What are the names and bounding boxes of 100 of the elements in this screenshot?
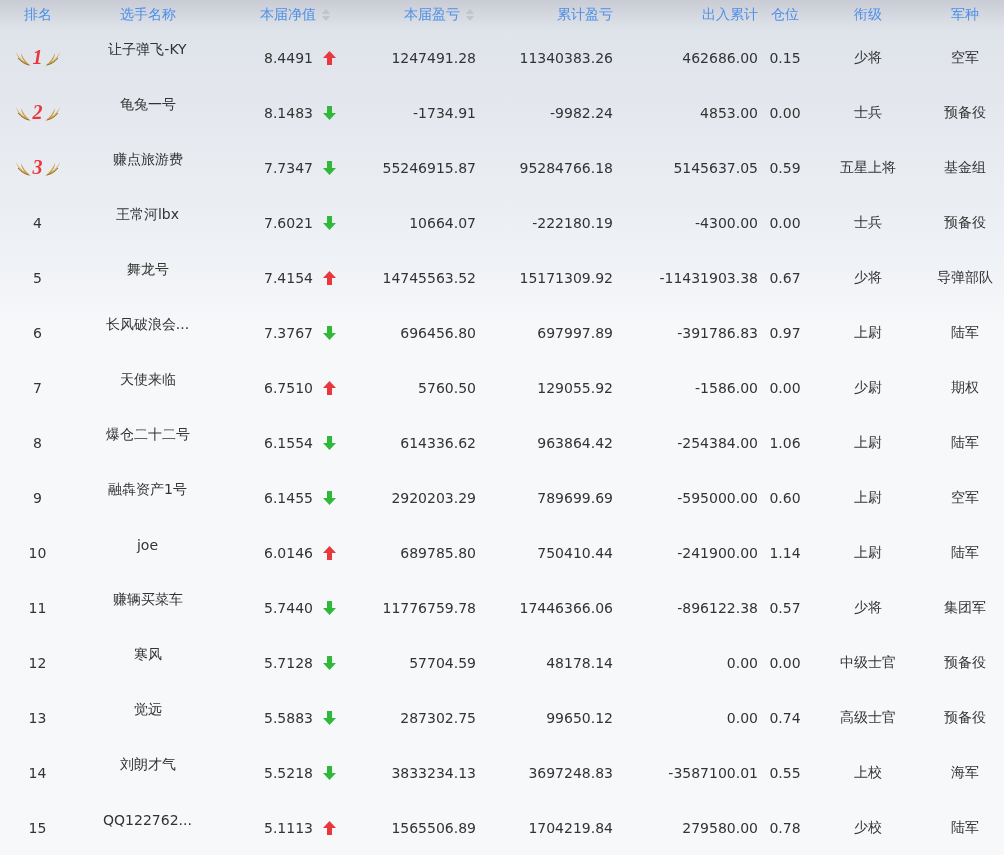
player-name: 觉远: [133, 700, 162, 719]
column-header: 出入累计: [702, 6, 758, 24]
sort-icon[interactable]: [466, 9, 474, 21]
branch-name: 空军: [950, 48, 979, 67]
branch-name: 导弹部队: [936, 268, 993, 287]
player-name: 爆仓二十二号: [105, 425, 190, 444]
rank-title: 少将: [853, 268, 882, 287]
column-header: 衔级: [853, 6, 882, 24]
rank-number: 14: [28, 764, 47, 781]
branch-name: 预备役: [943, 653, 986, 672]
branch-name: 预备役: [943, 708, 986, 727]
branch-name: 陆军: [950, 818, 979, 837]
net-value: 8.4491: [264, 49, 313, 66]
rank-title: 少将: [853, 598, 882, 617]
flow-total: -391786.83: [677, 324, 758, 341]
profit-value: 1565506.89: [391, 819, 476, 836]
column-header: 军种: [950, 6, 979, 24]
cumulative-profit: -222180.19: [532, 214, 613, 231]
net-value: 5.5883: [264, 709, 313, 726]
branch-name: 海军: [950, 763, 979, 782]
net-value: 7.4154: [264, 269, 313, 286]
position-value: 0.74: [769, 709, 801, 726]
profit-value: 14745563.52: [382, 269, 476, 286]
rank-number: 8: [33, 434, 42, 451]
net-value: 6.1554: [264, 434, 313, 451]
player-name: 融犇资产1号: [108, 480, 187, 499]
column-header[interactable]: 本届盈亏: [404, 6, 460, 24]
flow-total: -11431903.38: [659, 269, 758, 286]
rank-number: 9: [33, 489, 42, 506]
branch-name: 预备役: [943, 213, 986, 232]
column-header: 仓位: [771, 6, 799, 24]
branch-name: 预备役: [943, 103, 986, 122]
net-value: 5.7440: [264, 599, 313, 616]
position-value: 0.78: [769, 819, 801, 836]
cumulative-profit: 48178.14: [546, 654, 613, 671]
position-value: 0.60: [769, 489, 801, 506]
rank-number: 6: [33, 324, 42, 341]
position-value: 1.06: [769, 434, 801, 451]
position-value: 0.57: [769, 599, 801, 616]
branch-name: 期权: [950, 378, 979, 397]
position-value: 0.00: [769, 654, 801, 671]
rank-medal: 2: [14, 101, 61, 124]
cumulative-profit: 15171309.92: [519, 269, 613, 286]
flow-total: 0.00: [726, 654, 758, 671]
net-value: 5.1113: [264, 819, 313, 836]
flow-total: -254384.00: [677, 434, 758, 451]
cumulative-profit: 17446366.06: [519, 599, 613, 616]
rank-title: 士兵: [853, 213, 882, 232]
rank-title: 少尉: [853, 378, 882, 397]
sort-icon[interactable]: [322, 9, 330, 21]
rank-title: 少校: [853, 818, 882, 837]
cumulative-profit: 99650.12: [546, 709, 613, 726]
flow-total: 279580.00: [682, 819, 758, 836]
branch-name: 基金组: [943, 158, 986, 177]
net-value: 7.3767: [264, 324, 313, 341]
profit-value: 11776759.78: [382, 599, 476, 616]
player-name: 舞龙号: [126, 260, 169, 279]
rank-number: 4: [33, 214, 42, 231]
profit-value: 10664.07: [409, 214, 476, 231]
rank-title: 士兵: [853, 103, 882, 122]
net-value: 7.6021: [264, 214, 313, 231]
net-value: 6.7510: [264, 379, 313, 396]
profit-value: 55246915.87: [382, 159, 476, 176]
rank-number: 10: [28, 544, 47, 561]
branch-name: 陆军: [950, 543, 979, 562]
rank-title: 上尉: [853, 543, 882, 562]
net-value: 7.7347: [264, 159, 313, 176]
branch-name: 陆军: [950, 433, 979, 452]
profit-value: 5760.50: [418, 379, 476, 396]
flow-total: 0.00: [726, 709, 758, 726]
player-name: 王常河lbx: [115, 205, 180, 224]
flow-total: -3587100.01: [668, 764, 758, 781]
profit-value: 614336.62: [400, 434, 476, 451]
profit-value: 57704.59: [409, 654, 476, 671]
column-header[interactable]: 本届净值: [260, 6, 316, 24]
profit-value: 689785.80: [400, 544, 476, 561]
rank-title: 上尉: [853, 488, 882, 507]
player-name: 寒风: [133, 645, 162, 664]
profit-value: 2920203.29: [391, 489, 476, 506]
flow-total: 4853.00: [700, 104, 758, 121]
cumulative-profit: 963864.42: [537, 434, 613, 451]
rank-title: 高级士官: [839, 708, 896, 727]
branch-name: 陆军: [950, 323, 979, 342]
rank-number: 15: [28, 819, 47, 836]
player-name: joe: [136, 536, 159, 553]
profit-value: 3833234.13: [391, 764, 476, 781]
cumulative-profit: 129055.92: [537, 379, 613, 396]
rank-medal: 3: [14, 156, 61, 179]
rank-medal: 1: [14, 46, 61, 69]
cumulative-profit: 1704219.84: [528, 819, 613, 836]
player-name: QQ122762...: [103, 811, 192, 828]
rank-title: 中级士官: [839, 653, 896, 672]
profit-value: 287302.75: [400, 709, 476, 726]
cumulative-profit: 697997.89: [537, 324, 613, 341]
branch-name: 空军: [950, 488, 979, 507]
position-value: 0.00: [769, 104, 801, 121]
rank-number: 5: [33, 269, 42, 286]
branch-name: 集团军: [943, 598, 986, 617]
profit-value: 1247491.28: [391, 49, 476, 66]
net-value: 6.0146: [264, 544, 313, 561]
